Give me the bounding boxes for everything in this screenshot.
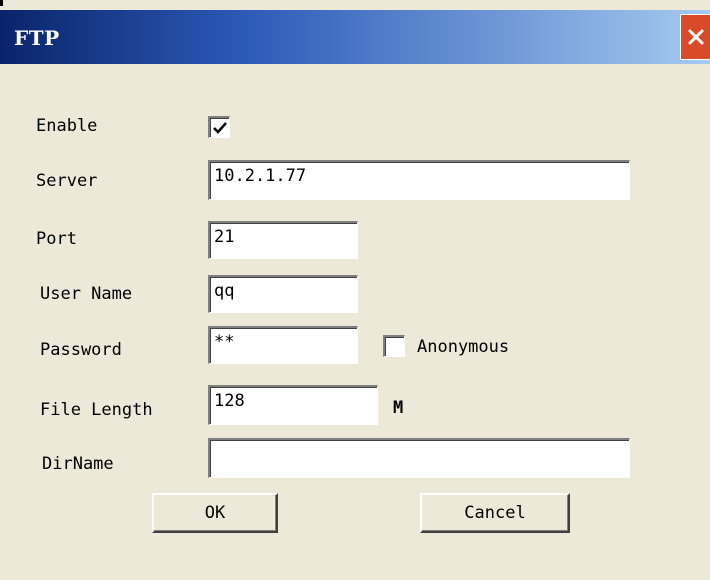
username-label: User Name bbox=[40, 284, 133, 304]
file-length-input[interactable]: 128 bbox=[208, 385, 378, 425]
close-icon bbox=[688, 29, 703, 45]
title-bar[interactable]: FTP bbox=[0, 10, 710, 64]
username-input[interactable]: qq bbox=[208, 275, 358, 313]
server-input[interactable]: 10.2.1.77 bbox=[208, 160, 630, 200]
enable-checkbox[interactable] bbox=[208, 116, 230, 138]
dirname-label: DirName bbox=[42, 454, 114, 474]
server-label: Server bbox=[36, 171, 98, 191]
password-label: Password bbox=[40, 340, 122, 360]
file-length-unit: M bbox=[393, 398, 404, 418]
dirname-input[interactable] bbox=[208, 438, 630, 478]
ok-button[interactable]: OK bbox=[152, 493, 278, 533]
password-input[interactable]: ** bbox=[208, 326, 358, 364]
close-button[interactable] bbox=[680, 14, 710, 60]
cancel-button[interactable]: Cancel bbox=[420, 493, 570, 533]
anonymous-checkbox[interactable] bbox=[383, 335, 405, 357]
anonymous-label: Anonymous bbox=[417, 337, 510, 357]
checkmark-icon bbox=[213, 122, 227, 134]
port-label: Port bbox=[36, 229, 77, 249]
window-title: FTP bbox=[14, 26, 60, 50]
enable-label: Enable bbox=[36, 116, 98, 136]
port-input[interactable]: 21 bbox=[208, 221, 358, 259]
window-corner-mark bbox=[0, 0, 3, 6]
file-length-label: File Length bbox=[40, 400, 153, 420]
